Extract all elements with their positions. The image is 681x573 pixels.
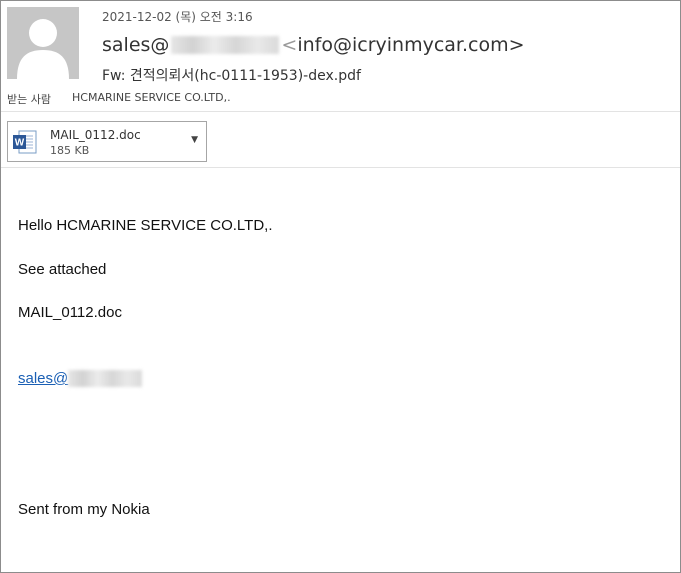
redacted-link-domain xyxy=(68,370,143,387)
recipient-name[interactable]: HCMARINE SERVICE CO.LTD,. xyxy=(72,91,231,104)
sender-user: sales@ xyxy=(102,34,170,56)
attachment-card[interactable]: W MAIL_0112.doc 185 KB ▼ xyxy=(7,121,207,162)
sent-date: 2021-12-02 (목) 오전 3:16 xyxy=(102,10,253,24)
address-close-bracket: > xyxy=(508,34,525,56)
greeting-text: Hello HCMARINE SERVICE CO.LTD,. xyxy=(18,217,273,234)
sender-email-link[interactable]: sales@ xyxy=(18,370,143,387)
svg-text:W: W xyxy=(15,138,25,149)
email-subject: Fw: 견적의뢰서(hc-0111-1953)-dex.pdf xyxy=(102,68,361,84)
recipient-label: 받는 사람 xyxy=(7,93,51,106)
sender-line[interactable]: sales@ < info@icryinmycar.com > xyxy=(102,34,525,56)
chevron-down-icon[interactable]: ▼ xyxy=(191,135,198,145)
sender-email: info@icryinmycar.com xyxy=(297,34,509,56)
body-divider xyxy=(1,167,680,168)
sender-avatar xyxy=(7,7,79,79)
signature-text: Sent from my Nokia xyxy=(18,501,150,518)
person-silhouette-icon xyxy=(17,19,69,79)
header-divider xyxy=(1,111,680,112)
body-text-filename: MAIL_0112.doc xyxy=(18,304,122,321)
address-open-bracket: < xyxy=(281,34,298,56)
attachment-size: 185 KB xyxy=(50,144,90,157)
word-doc-icon: W xyxy=(13,130,37,154)
body-text-line: See attached xyxy=(18,261,107,278)
email-link-text[interactable]: sales@ xyxy=(18,370,68,387)
attachment-name: MAIL_0112.doc xyxy=(50,128,141,142)
email-reading-pane: 2021-12-02 (목) 오전 3:16 sales@ < info@icr… xyxy=(0,0,681,573)
redacted-domain xyxy=(171,36,280,54)
